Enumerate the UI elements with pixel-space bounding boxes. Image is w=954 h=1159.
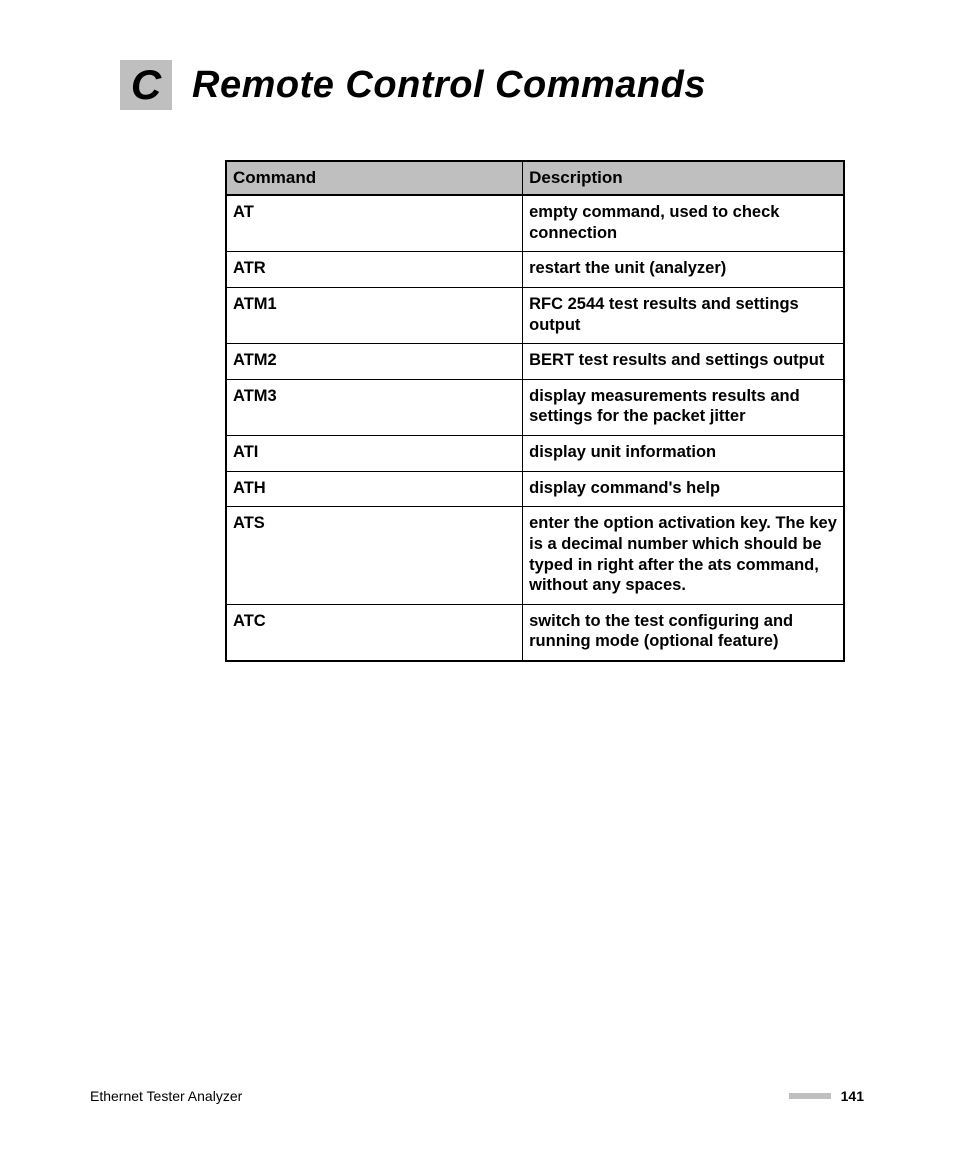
commands-tbody: ATempty command, used to check connectio… [226,195,844,661]
header-description: Description [523,161,844,195]
footer-accent-bar [789,1093,831,1099]
cell-command: ATM2 [226,344,523,380]
cell-command: ATS [226,507,523,605]
cell-description: display measurements results and setting… [523,379,844,435]
table-row: ATSenter the option activation key. The … [226,507,844,605]
table-row: ATHdisplay command's help [226,471,844,507]
footer-page-number: 141 [841,1088,864,1104]
footer-product-name: Ethernet Tester Analyzer [90,1088,242,1104]
table-row: ATM1RFC 2544 test results and settings o… [226,287,844,343]
cell-command: ATM3 [226,379,523,435]
cell-command: AT [226,195,523,252]
table-row: ATM2BERT test results and settings outpu… [226,344,844,380]
appendix-title: Remote Control Commands [192,64,706,107]
commands-table: Command Description ATempty command, use… [225,160,845,662]
header-command: Command [226,161,523,195]
appendix-letter-badge: C [120,60,172,110]
cell-description: BERT test results and settings output [523,344,844,380]
cell-command: ATH [226,471,523,507]
cell-command: ATC [226,604,523,661]
cell-description: switch to the test configuring and runni… [523,604,844,661]
cell-description: display unit information [523,436,844,472]
document-page: C Remote Control Commands Command Descri… [0,0,954,1159]
cell-description: restart the unit (analyzer) [523,252,844,288]
table-row: ATCswitch to the test configuring and ru… [226,604,844,661]
table-header-row: Command Description [226,161,844,195]
cell-description: display command's help [523,471,844,507]
appendix-heading: C Remote Control Commands [120,60,864,110]
table-row: ATRrestart the unit (analyzer) [226,252,844,288]
footer-right: 141 [789,1088,864,1104]
cell-description: empty command, used to check connection [523,195,844,252]
cell-description: RFC 2544 test results and settings outpu… [523,287,844,343]
cell-command: ATI [226,436,523,472]
cell-command: ATM1 [226,287,523,343]
table-row: ATempty command, used to check connectio… [226,195,844,252]
cell-command: ATR [226,252,523,288]
table-row: ATIdisplay unit information [226,436,844,472]
table-row: ATM3display measurements results and set… [226,379,844,435]
cell-description: enter the option activation key. The key… [523,507,844,605]
page-footer: Ethernet Tester Analyzer 141 [90,1088,864,1104]
